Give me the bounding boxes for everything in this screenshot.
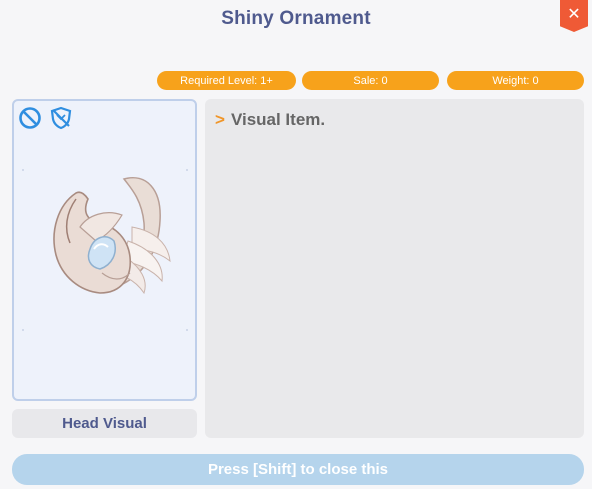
no-trade-icon [19,107,41,129]
frame-dot [22,329,24,331]
bullet-arrow-icon: > [215,110,225,129]
frame-dot [22,169,24,171]
frame-dot [186,169,188,171]
item-description-panel: > Visual Item. [205,99,584,438]
sale-price-badge: Sale: 0 [302,71,439,90]
description-line: > Visual Item. [215,110,325,130]
required-level-badge: Required Level: 1+ [157,71,296,90]
frame-dot [186,329,188,331]
window-title: Shiny Ornament [221,8,371,29]
shiny-ornament-image [53,177,171,295]
close-button[interactable]: ✕ [560,0,588,32]
close-icon: ✕ [567,6,581,23]
weight-badge: Weight: 0 [447,71,584,90]
item-info-window: Shiny Ornament ✕ Required Level: 1+ Sale… [0,0,592,489]
equip-slot-label: Head Visual [12,409,197,438]
item-preview-card [12,99,197,401]
description-text: Visual Item. [230,110,326,129]
no-storage-shield-icon [50,106,72,130]
close-hint-button[interactable]: Press [Shift] to close this [12,454,584,485]
